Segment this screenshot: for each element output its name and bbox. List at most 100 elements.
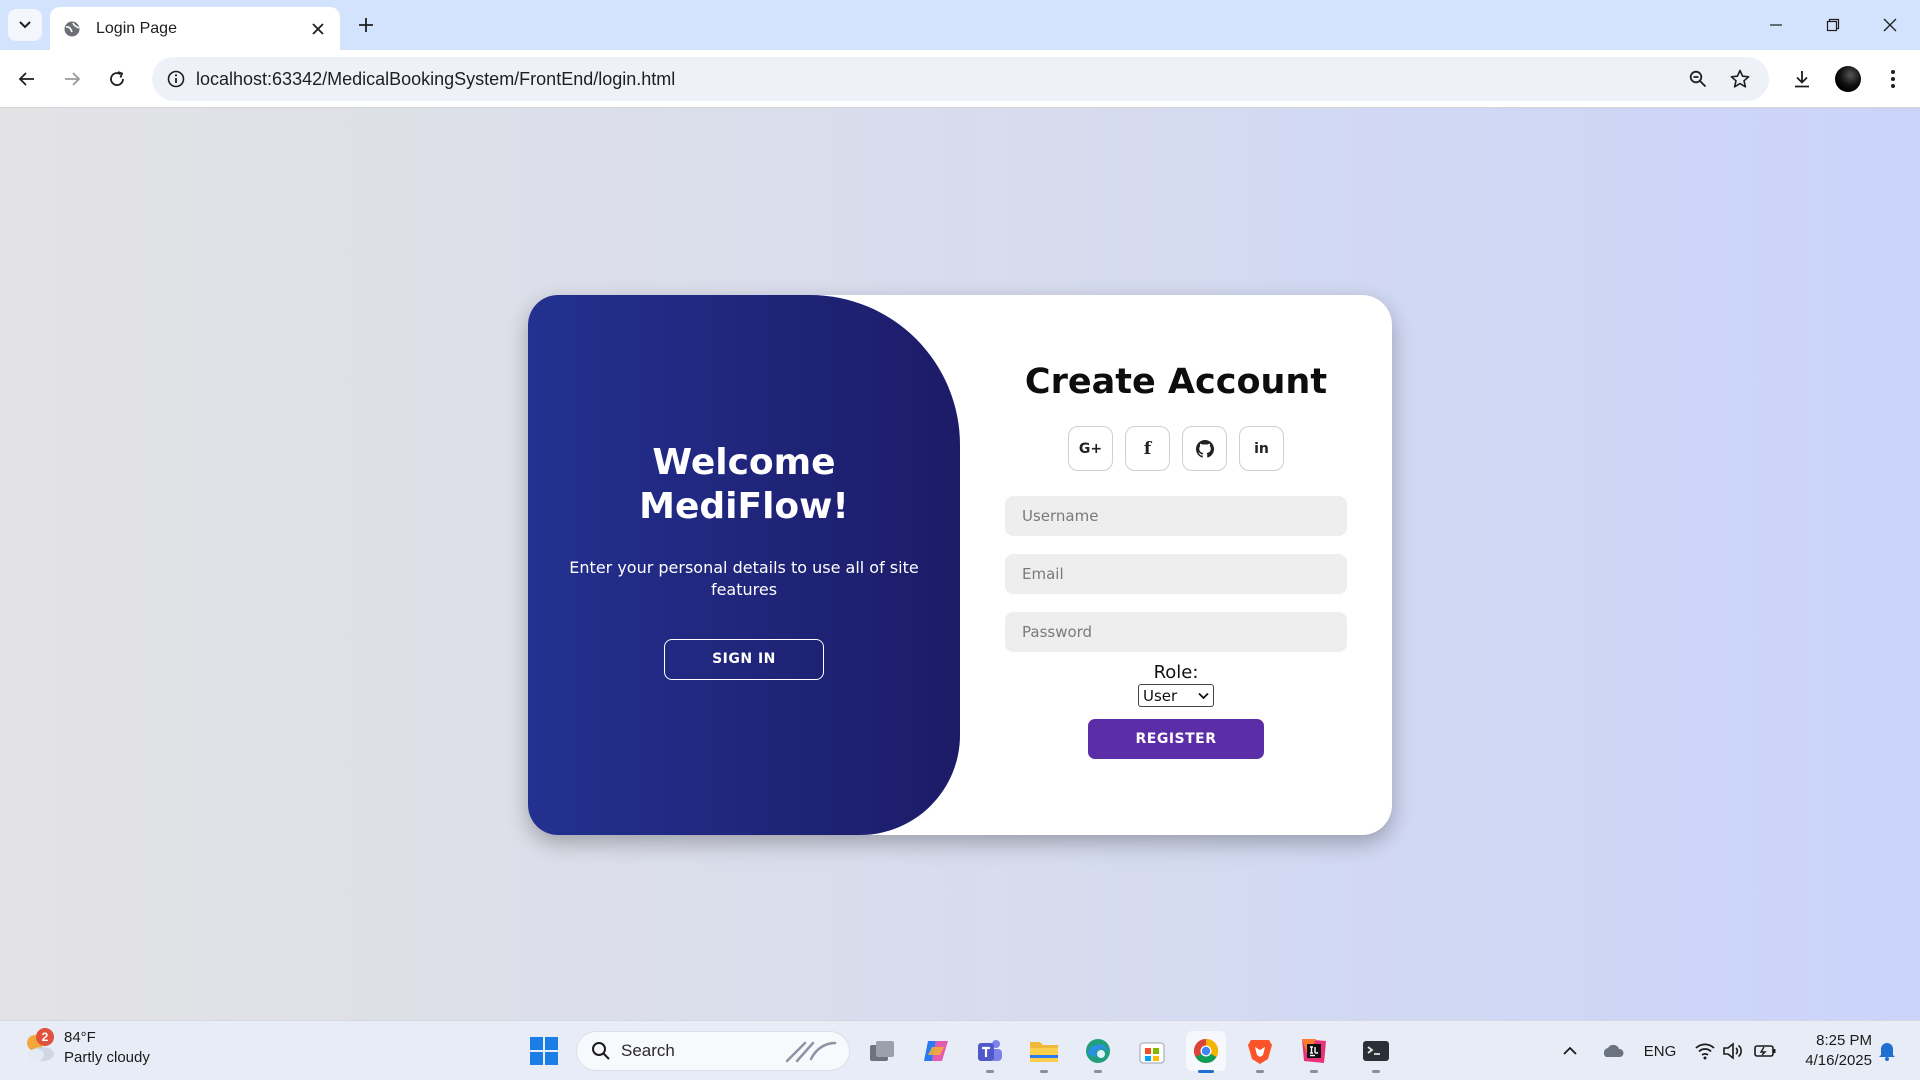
minimize-icon bbox=[1770, 24, 1782, 26]
welcome-message: Enter your personal details to use all o… bbox=[569, 557, 919, 599]
register-form: Create Account G+ f in Role: Us bbox=[1005, 295, 1347, 835]
back-button[interactable] bbox=[10, 62, 44, 96]
search-highlight-icon bbox=[785, 1041, 837, 1063]
task-view-app[interactable] bbox=[862, 1031, 902, 1071]
terminal-app[interactable] bbox=[1356, 1031, 1396, 1073]
welcome-panel: Welcome MediFlow! Enter your personal de… bbox=[528, 295, 960, 835]
form-title: Create Account bbox=[1024, 362, 1328, 402]
clock-time: 8:25 PM bbox=[1816, 1032, 1872, 1049]
store-icon bbox=[1139, 1042, 1165, 1064]
plus-icon bbox=[359, 18, 373, 32]
more-vertical-icon bbox=[1891, 70, 1895, 88]
browser-toolbar: localhost:63342/MedicalBookingSystem/Fro… bbox=[0, 50, 1920, 108]
browser-tabstrip: Login Page bbox=[0, 0, 1920, 50]
github-button[interactable] bbox=[1182, 426, 1227, 471]
search-label: Search bbox=[621, 1041, 675, 1060]
folder-icon bbox=[1030, 1042, 1058, 1062]
copilot-icon bbox=[924, 1041, 948, 1061]
show-hidden-icons-button[interactable] bbox=[1558, 1035, 1582, 1067]
browser-menu-button[interactable] bbox=[1876, 62, 1910, 96]
chevron-down-icon bbox=[19, 21, 31, 29]
brave-app[interactable] bbox=[1240, 1031, 1280, 1073]
task-view-icon bbox=[870, 1041, 894, 1061]
file-explorer-app[interactable] bbox=[1024, 1031, 1064, 1073]
profile-avatar[interactable] bbox=[1831, 62, 1865, 96]
weather-description: Partly cloudy bbox=[64, 1049, 150, 1066]
tab-title: Login Page bbox=[96, 19, 177, 37]
avatar bbox=[1835, 66, 1861, 92]
close-window-button[interactable] bbox=[1872, 10, 1908, 40]
tab-close-icon[interactable] bbox=[306, 17, 330, 41]
taskbar-clock[interactable]: 8:25 PM 4/16/2025 bbox=[1792, 1031, 1872, 1071]
copilot-app[interactable] bbox=[916, 1031, 956, 1071]
edge-icon bbox=[1086, 1039, 1110, 1063]
intellij-app[interactable] bbox=[1294, 1031, 1334, 1073]
language-indicator[interactable]: ENG bbox=[1640, 1035, 1680, 1067]
browser-tab[interactable]: Login Page bbox=[50, 7, 340, 50]
teams-app[interactable] bbox=[970, 1031, 1010, 1073]
welcome-title: Welcome MediFlow! bbox=[639, 441, 849, 527]
reload-icon bbox=[110, 71, 124, 86]
username-input[interactable] bbox=[1005, 496, 1347, 536]
password-input[interactable] bbox=[1005, 612, 1347, 652]
sign-in-button[interactable]: SIGN IN bbox=[664, 638, 824, 680]
email-input[interactable] bbox=[1005, 554, 1347, 594]
start-button[interactable] bbox=[524, 1031, 564, 1071]
new-tab-button[interactable] bbox=[352, 11, 380, 39]
chevron-up-icon bbox=[1563, 1046, 1577, 1055]
windows-logo-icon bbox=[530, 1037, 558, 1065]
terminal-icon bbox=[1363, 1041, 1389, 1061]
onedrive-icon[interactable] bbox=[1598, 1035, 1626, 1067]
taskbar: 2 84°F Partly cloudy Search ENG 8:25 PM … bbox=[0, 1020, 1920, 1080]
google-plus-button[interactable]: G+ bbox=[1068, 426, 1113, 471]
url-text: localhost:63342/MedicalBookingSystem/Fro… bbox=[196, 69, 676, 89]
linkedin-icon: in bbox=[1254, 440, 1269, 457]
page-viewport: Welcome MediFlow! Enter your personal de… bbox=[0, 108, 1920, 1020]
downloads-button[interactable] bbox=[1785, 62, 1819, 96]
teams-icon bbox=[978, 1040, 1002, 1061]
facebook-icon: f bbox=[1143, 438, 1152, 459]
partly-cloudy-icon: 2 bbox=[22, 1028, 58, 1066]
bookmark-star-icon[interactable] bbox=[1726, 65, 1754, 93]
weather-temperature: 84°F bbox=[64, 1029, 96, 1046]
social-buttons: G+ f in bbox=[1068, 426, 1284, 471]
tab-search-button[interactable] bbox=[8, 9, 42, 41]
google-plus-icon: G+ bbox=[1078, 440, 1103, 457]
chevron-down-icon bbox=[1198, 692, 1209, 699]
clock-date: 4/16/2025 bbox=[1805, 1052, 1872, 1069]
restore-icon bbox=[1826, 18, 1840, 32]
register-button[interactable]: REGISTER bbox=[1088, 719, 1264, 759]
auth-card: Welcome MediFlow! Enter your personal de… bbox=[528, 295, 1392, 835]
weather-alert-badge: 2 bbox=[36, 1028, 54, 1046]
download-icon bbox=[1795, 71, 1809, 88]
role-selected-value: User bbox=[1143, 686, 1178, 705]
chrome-app[interactable] bbox=[1186, 1031, 1226, 1073]
arrow-left-icon bbox=[18, 72, 34, 86]
notifications-bell-icon[interactable] bbox=[1874, 1035, 1900, 1067]
volume-icon[interactable] bbox=[1720, 1035, 1746, 1067]
facebook-button[interactable]: f bbox=[1125, 426, 1170, 471]
close-icon bbox=[1883, 18, 1897, 32]
battery-icon[interactable] bbox=[1750, 1035, 1780, 1067]
weather-widget[interactable]: 2 84°F Partly cloudy bbox=[22, 1028, 150, 1068]
forward-button[interactable] bbox=[55, 62, 89, 96]
zoom-icon[interactable] bbox=[1684, 65, 1712, 93]
chrome-icon bbox=[1193, 1039, 1219, 1064]
brave-icon bbox=[1248, 1040, 1272, 1064]
linkedin-button[interactable]: in bbox=[1239, 426, 1284, 471]
minimize-button[interactable] bbox=[1758, 10, 1794, 40]
search-icon bbox=[592, 1042, 610, 1060]
edge-app[interactable] bbox=[1078, 1031, 1118, 1073]
role-select[interactable]: User bbox=[1138, 684, 1214, 707]
reload-button[interactable] bbox=[100, 62, 134, 96]
store-app[interactable] bbox=[1132, 1031, 1172, 1071]
site-info-icon[interactable] bbox=[162, 65, 190, 93]
wifi-icon[interactable] bbox=[1692, 1035, 1718, 1067]
taskbar-search[interactable]: Search bbox=[576, 1031, 850, 1071]
intellij-icon bbox=[1302, 1039, 1326, 1063]
address-bar[interactable]: localhost:63342/MedicalBookingSystem/Fro… bbox=[152, 57, 1769, 101]
github-icon bbox=[1195, 439, 1214, 458]
arrow-right-icon bbox=[65, 72, 81, 86]
restore-button[interactable] bbox=[1815, 10, 1851, 40]
role-label: Role: bbox=[1153, 662, 1199, 683]
